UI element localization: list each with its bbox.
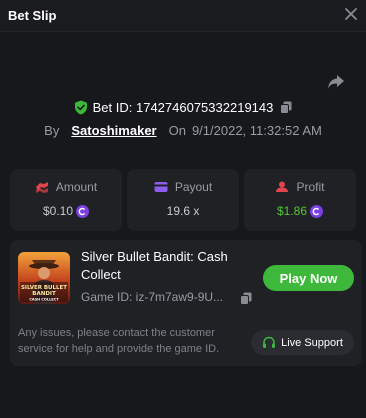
- amount-value: $0.10: [42, 204, 74, 218]
- username-link[interactable]: Satoshimaker: [71, 123, 156, 138]
- bet-id: Bet ID: 1742746075332219143: [92, 99, 274, 115]
- game-title[interactable]: Silver Bullet Bandit: Cash Collect: [81, 248, 251, 284]
- bet-meta-row: By Satoshimaker On 9/1/2022, 11:32:52 AM: [0, 121, 366, 139]
- amount-icon: [35, 182, 48, 193]
- payout-value: 19.6 x: [166, 204, 200, 218]
- profit-value: $1.86: [276, 204, 308, 218]
- bet-date: 9/1/2022, 11:32:52 AM: [191, 122, 322, 138]
- close-icon[interactable]: [344, 7, 358, 21]
- share-icon[interactable]: [327, 74, 345, 90]
- live-support-label: Live Support: [281, 336, 343, 349]
- copy-icon[interactable]: [240, 292, 252, 305]
- shield-check-icon: [74, 100, 87, 114]
- play-now-button[interactable]: Play Now: [263, 265, 354, 291]
- game-card: SILVER BULLET BANDIT CASH COLLECT Silver…: [10, 240, 362, 366]
- header-title: Bet Slip: [8, 8, 57, 23]
- coin-icon: [76, 204, 90, 218]
- bet-id-row: Bet ID: 1742746075332219143: [0, 98, 366, 116]
- svg-text:BANDIT: BANDIT: [32, 291, 56, 297]
- copy-icon[interactable]: [280, 101, 292, 114]
- on-label: On: [168, 122, 186, 138]
- profit-stat: Profit $1.86: [244, 169, 356, 231]
- game-id: Game ID: iz-7m7aw9-9U...: [81, 290, 224, 304]
- bet-slip-header: Bet Slip: [0, 0, 366, 32]
- headset-icon: [263, 336, 276, 348]
- payout-icon: [154, 182, 168, 192]
- coin-icon: [310, 204, 324, 218]
- live-support-button[interactable]: Live Support: [251, 330, 354, 355]
- payout-label: Payout: [174, 180, 213, 194]
- profit-icon: [276, 181, 289, 192]
- payout-stat: Payout 19.6 x: [127, 169, 239, 231]
- profit-label: Profit: [296, 180, 325, 194]
- bet-stats: Amount $0.10 Payout 19.6 x Profit $1.86: [10, 169, 356, 231]
- amount-label: Amount: [55, 180, 98, 194]
- by-label: By: [44, 122, 60, 138]
- svg-text:CASH COLLECT: CASH COLLECT: [29, 298, 59, 302]
- game-thumbnail[interactable]: SILVER BULLET BANDIT CASH COLLECT: [18, 252, 70, 304]
- support-notice: Any issues, please contact the customer …: [18, 327, 220, 355]
- amount-stat: Amount $0.10: [10, 169, 122, 231]
